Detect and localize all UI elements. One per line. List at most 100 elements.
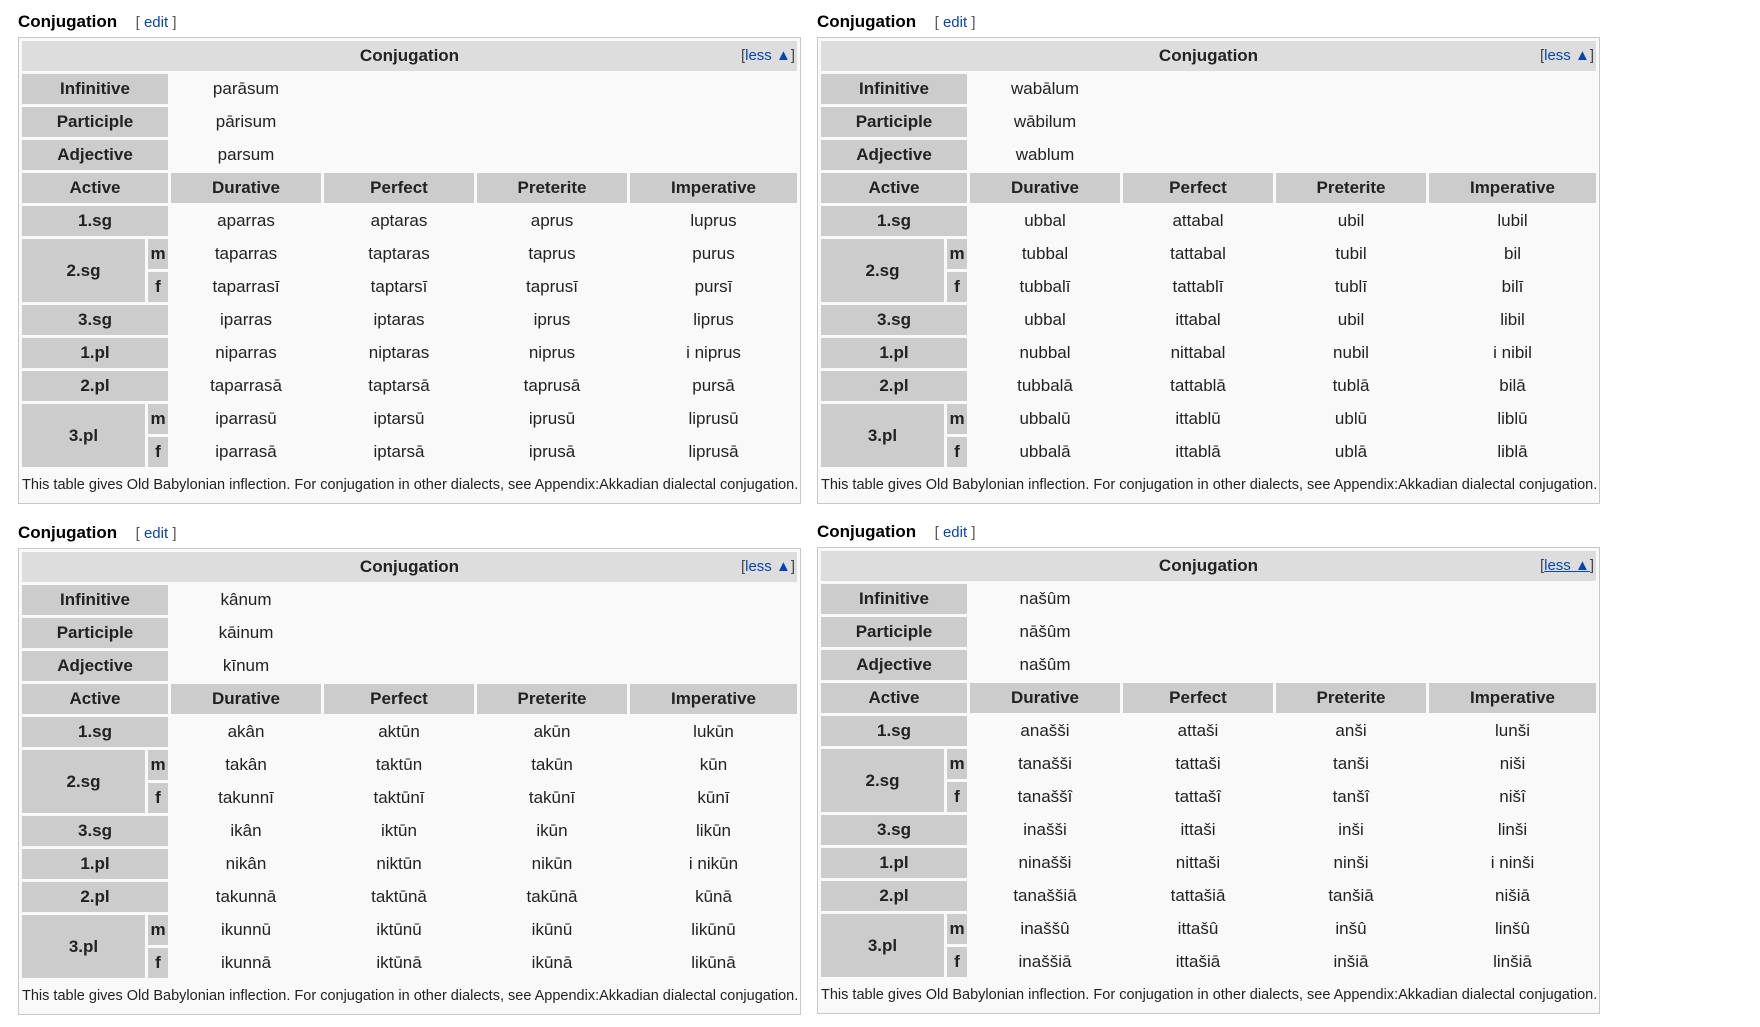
form-cell: ublā [1334, 442, 1368, 461]
participle-row: Participle wābilum [821, 107, 1596, 137]
person-label: 2.pl [22, 371, 168, 401]
form-cell: ubil [1337, 211, 1365, 230]
form-cell: nittaši [1175, 853, 1221, 872]
col-header-perfect: Perfect [324, 684, 474, 714]
section-title: Conjugation [18, 12, 118, 31]
table-row: 2.sg m taparras taptaras taprus purus [22, 239, 797, 302]
form-cell: takân [225, 755, 267, 774]
edit-section: [ edit ] [135, 14, 177, 31]
conjugation-table: Conjugation [less ▲] Infinitive kânum Pa… [18, 548, 801, 1015]
active-header: Active [22, 173, 168, 203]
less-toggle-link[interactable]: less ▲ [1544, 557, 1590, 574]
form-cell: i nibil [1493, 343, 1532, 362]
title-row: Conjugation [less ▲] [22, 552, 797, 582]
edit-link[interactable]: edit [943, 14, 967, 31]
form-cell: kūn [699, 755, 728, 774]
form-cell: i nikūn [688, 854, 739, 873]
title-row: Conjugation [less ▲] [821, 551, 1596, 581]
infinitive-value: wabālum [1010, 79, 1080, 98]
edit-link[interactable]: edit [943, 524, 967, 541]
section-heading: Conjugation [ edit ] [18, 523, 801, 548]
table-row: 2.pl tanaššiā tattašiā tanšiā nišiā [821, 881, 1596, 911]
form-cell: taprus [528, 244, 576, 263]
person-label: 3.pl [22, 915, 145, 978]
person-label: 3.pl [821, 914, 944, 977]
edit-link[interactable]: edit [144, 14, 168, 31]
form-cell: taktūn [375, 755, 423, 774]
form-cell: tattablā [1170, 376, 1226, 395]
form-cell: takūnā [526, 887, 578, 906]
form-cell: iptarsū [373, 409, 425, 428]
gender-label: m [947, 749, 967, 779]
form-cell: ittašû [1177, 919, 1219, 938]
person-label: 3.sg [821, 815, 967, 845]
participle-label: Participle [22, 107, 168, 137]
infinitive-label: Infinitive [22, 74, 168, 104]
table-row: 1.pl nikân niktūn nikūn i nikūn [22, 849, 797, 879]
table-row: 3.sg inašši ittaši inši linši [821, 815, 1596, 845]
participle-value: wābilum [1013, 112, 1077, 131]
form-cell: ublū [1334, 409, 1368, 428]
form-cell: iktūnā [376, 953, 422, 972]
person-label: 1.sg [22, 717, 168, 747]
form-cell: iptaras [373, 310, 425, 329]
form-cell: lubil [1497, 211, 1528, 230]
conjugation-section-nasum: Conjugation [ edit ] Conjugation [less ▲… [817, 522, 1600, 1014]
person-label: 2.sg [22, 750, 145, 813]
infinitive-row: Infinitive našûm [821, 584, 1596, 614]
gender-label: f [148, 783, 168, 813]
infinitive-label: Infinitive [821, 74, 967, 104]
less-toggle-link[interactable]: less ▲ [745, 47, 791, 64]
column-header-row: Active Durative Perfect Preterite Impera… [821, 173, 1596, 203]
conjugation-section-wabalum: Conjugation [ edit ] Conjugation [less ▲… [817, 12, 1600, 504]
form-cell: inaššû [1020, 919, 1070, 938]
form-cell: liprus [693, 310, 734, 329]
footnote: This table gives Old Babylonian inflecti… [821, 987, 1598, 1003]
less-toggle-link[interactable]: less ▲ [745, 558, 791, 575]
participle-value: nāšûm [1019, 622, 1071, 641]
form-cell: akân [227, 722, 265, 741]
infinitive-label: Infinitive [821, 584, 967, 614]
table-row: 1.sg akân aktūn akūn lukūn [22, 717, 797, 747]
toggle-less: [less ▲] [1539, 47, 1594, 64]
form-cell: lukūn [693, 722, 734, 741]
form-cell: taptarsā [368, 376, 430, 395]
table-row: 2.sg m tanašši tattaši tanši niši [821, 749, 1596, 812]
form-cell: ninašši [1018, 853, 1072, 872]
edit-link[interactable]: edit [144, 525, 168, 542]
form-cell: tanši [1333, 754, 1369, 773]
form-cell: tattabal [1170, 244, 1226, 263]
form-cell: tattašî [1174, 787, 1222, 806]
gender-label: m [947, 914, 967, 944]
form-cell: niprus [528, 343, 576, 362]
toggle-less: [less ▲] [740, 47, 795, 64]
form-cell: ninši [1333, 853, 1369, 872]
form-cell: inašši [1023, 820, 1067, 839]
table-title: Conjugation [1158, 46, 1259, 65]
col-header-durative: Durative [970, 683, 1120, 713]
form-cell: tubbal [1021, 244, 1069, 263]
form-cell: nišî [1499, 787, 1526, 806]
gender-label: m [148, 239, 168, 269]
form-cell: tubbalā [1017, 376, 1073, 395]
form-cell: taktūnā [371, 887, 427, 906]
form-cell: taparrasī [212, 277, 280, 296]
form-cell: ubbalā [1019, 442, 1071, 461]
form-cell: nikân [225, 854, 267, 873]
participle-row: Participle kāinum [22, 618, 797, 648]
gender-label: f [947, 437, 967, 467]
conjugation-table: Conjugation [less ▲] Infinitive wabālum … [817, 37, 1600, 504]
form-cell: niktūn [376, 854, 422, 873]
form-cell: bilā [1499, 376, 1526, 395]
edit-section: [ edit ] [135, 525, 177, 542]
active-header: Active [22, 684, 168, 714]
table-row: 1.pl ninašši nittaši ninši i ninši [821, 848, 1596, 878]
adjective-row: Adjective našûm [821, 650, 1596, 680]
table-row: 2.pl takunnā taktūnā takūnā kūnā [22, 882, 797, 912]
table-title-cell: Conjugation [less ▲] [821, 41, 1596, 71]
less-toggle-link[interactable]: less ▲ [1544, 47, 1590, 64]
col-header-imperative: Imperative [630, 173, 797, 203]
form-cell: takūnī [528, 788, 576, 807]
table-row: 3.pl m ikunnū iktūnū ikūnū likūnū [22, 915, 797, 978]
form-cell: inšû [1335, 919, 1367, 938]
